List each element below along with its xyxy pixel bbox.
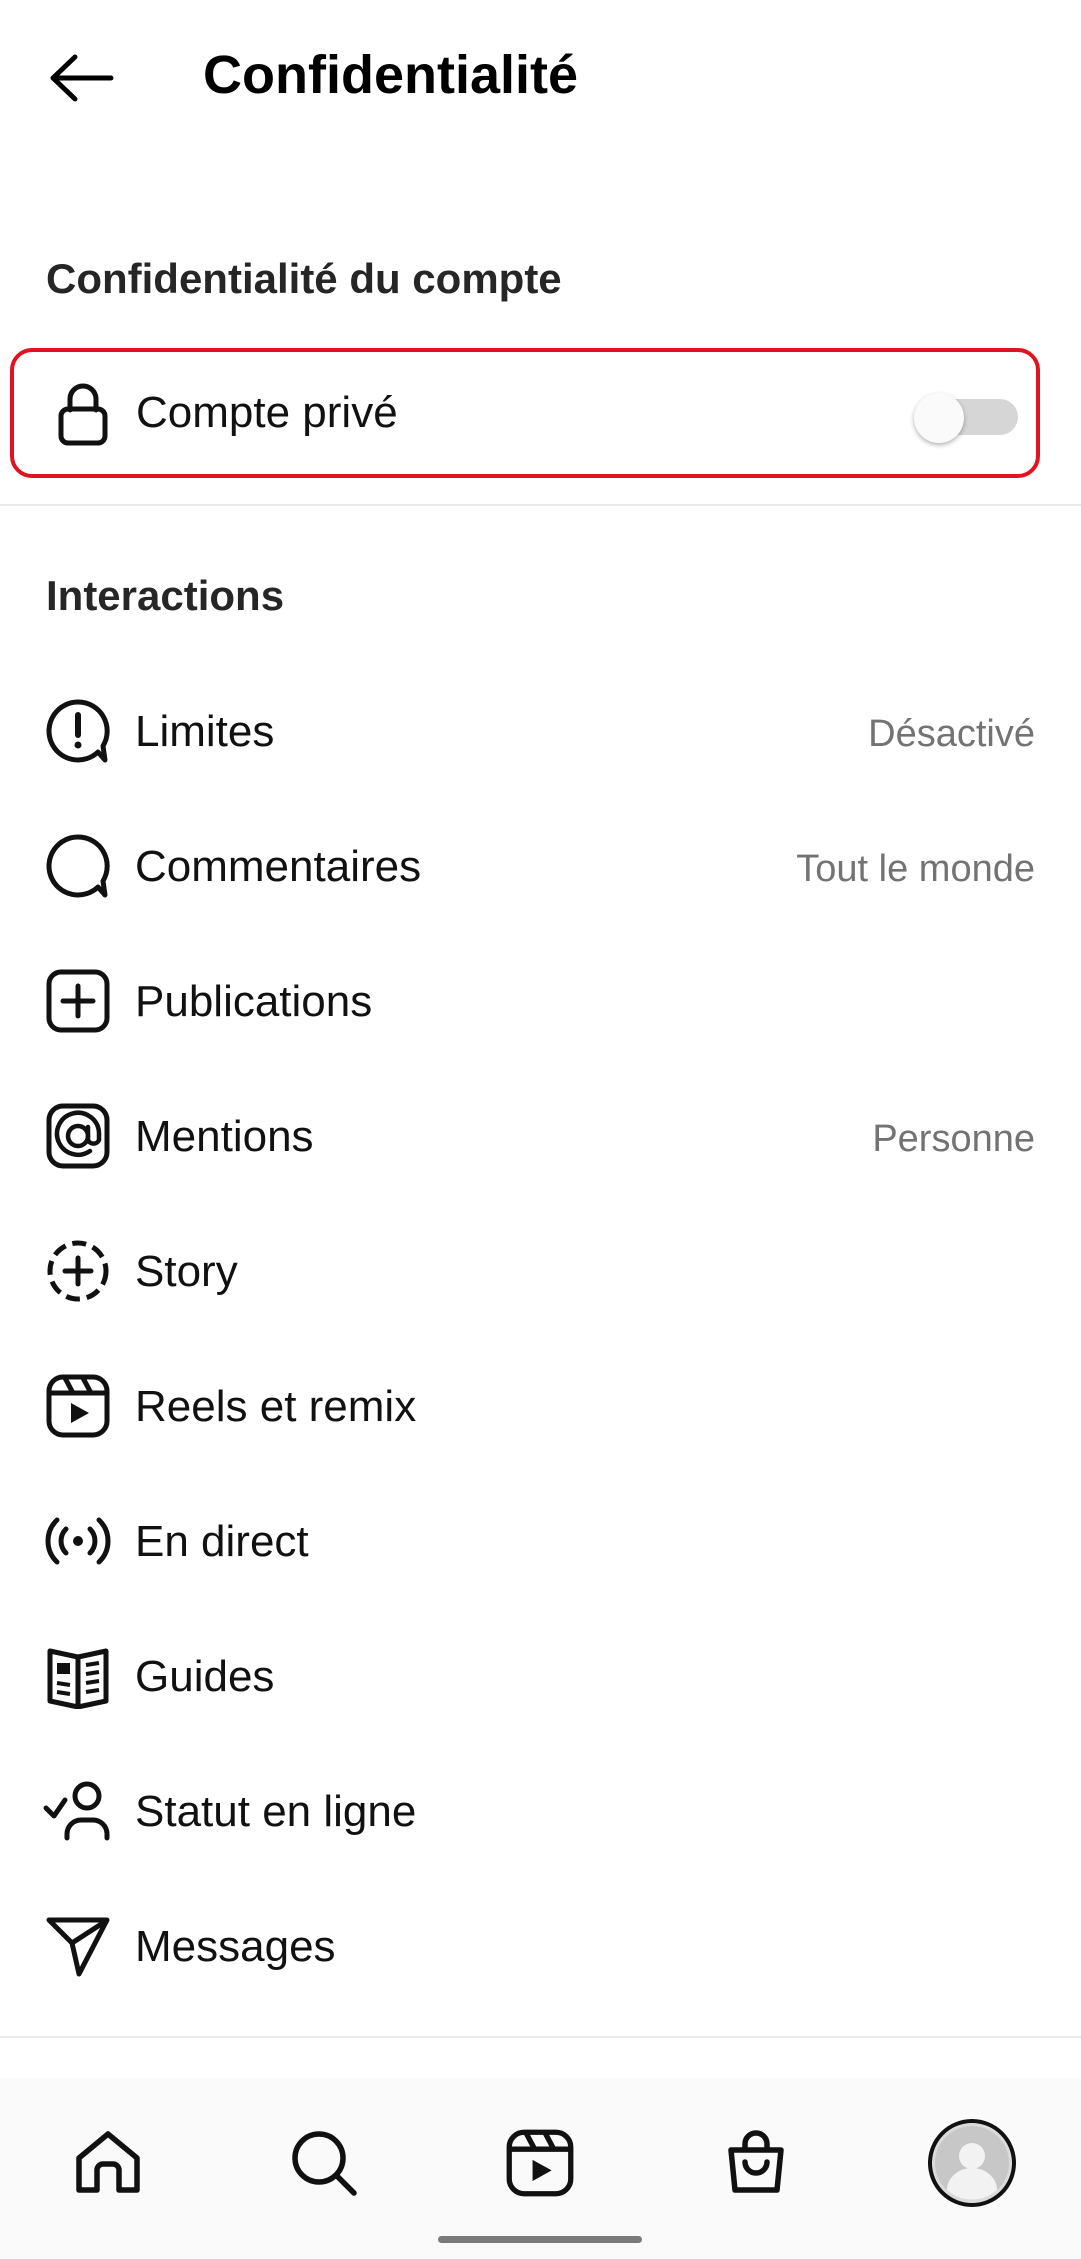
list-item-posts[interactable]: Publications (0, 934, 1081, 1069)
list-item-limits[interactable]: Limites Désactivé (0, 664, 1081, 799)
arrow-left-icon (50, 54, 114, 102)
limits-alert-icon (43, 696, 113, 766)
list-item-label: Statut en ligne (135, 1787, 417, 1836)
bottom-navigation (0, 2078, 1081, 2259)
story-plus-dashed-icon (43, 1236, 113, 1306)
plus-square-icon (43, 966, 113, 1036)
nav-shop-button[interactable] (701, 2108, 811, 2218)
list-item-messages[interactable]: Messages (0, 1879, 1081, 2014)
private-account-label: Compte privé (136, 388, 398, 437)
list-item-label: Guides (135, 1652, 275, 1701)
page-title: Confidentialité (203, 45, 578, 105)
list-item-label: Story (135, 1247, 238, 1296)
home-indicator[interactable] (438, 2236, 642, 2243)
paper-plane-icon (43, 1911, 113, 1981)
section-title-interactions: Interactions (46, 572, 285, 619)
reels-icon (506, 2129, 574, 2197)
toggle-knob (914, 393, 964, 443)
live-broadcast-icon (43, 1506, 113, 1576)
nav-search-button[interactable] (269, 2108, 379, 2218)
nav-profile-button[interactable] (917, 2108, 1027, 2218)
back-button[interactable] (30, 38, 130, 118)
private-account-toggle[interactable] (910, 393, 1022, 443)
list-item-mentions[interactable]: Mentions Personne (0, 1069, 1081, 1204)
list-item-comments[interactable]: Commentaires Tout le monde (0, 799, 1081, 934)
list-item-value: Tout le monde (796, 848, 1035, 890)
section-divider (0, 504, 1081, 506)
list-item-guides[interactable]: Guides (0, 1609, 1081, 1744)
at-sign-icon (43, 1101, 113, 1171)
list-item-label: Limites (135, 707, 275, 756)
comment-bubble-icon (43, 831, 113, 901)
list-item-value: Personne (872, 1118, 1035, 1160)
list-item-story[interactable]: Story (0, 1204, 1081, 1339)
nav-reels-button[interactable] (485, 2108, 595, 2218)
section-title-account-privacy: Confidentialité du compte (46, 255, 562, 302)
shop-bag-icon (728, 2130, 784, 2193)
search-icon (292, 2131, 357, 2196)
home-icon (76, 2131, 140, 2193)
bottom-divider (0, 2036, 1081, 2038)
list-item-reels-remix[interactable]: Reels et remix (0, 1339, 1081, 1474)
list-item-label: Mentions (135, 1112, 314, 1161)
list-item-online-status[interactable]: Statut en ligne (0, 1744, 1081, 1879)
guides-book-icon (43, 1641, 113, 1711)
lock-icon (48, 378, 118, 448)
private-account-row[interactable]: Compte privé (10, 348, 1040, 478)
top-bar: Confidentialité (0, 0, 1081, 150)
list-item-label: Messages (135, 1922, 336, 1971)
list-item-live[interactable]: En direct (0, 1474, 1081, 1609)
profile-avatar-icon (928, 2119, 1016, 2207)
list-item-label: En direct (135, 1517, 309, 1566)
reels-icon (43, 1371, 113, 1441)
list-item-label: Commentaires (135, 842, 422, 891)
list-item-label: Publications (135, 977, 373, 1026)
online-status-user-icon (43, 1776, 113, 1846)
list-item-value: Désactivé (868, 713, 1035, 755)
nav-home-button[interactable] (53, 2108, 163, 2218)
list-item-label: Reels et remix (135, 1382, 417, 1431)
